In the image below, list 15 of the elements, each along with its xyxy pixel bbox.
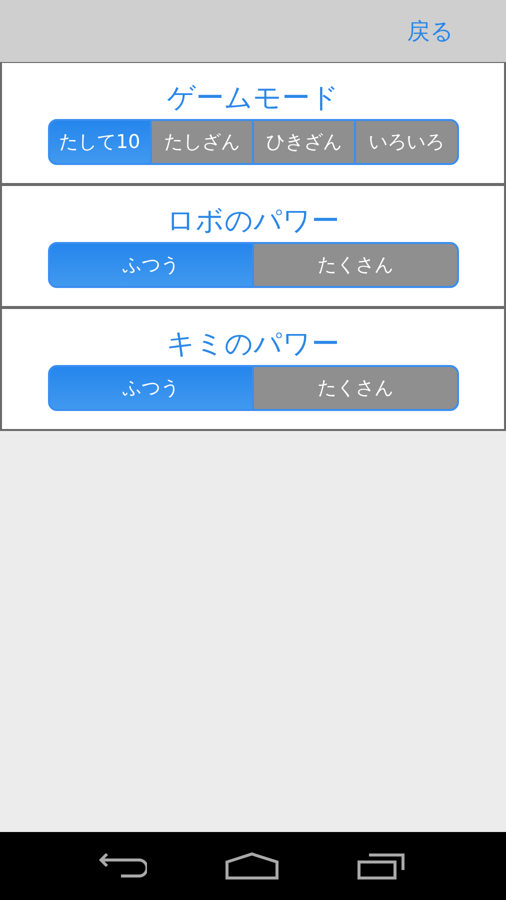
segment-option[interactable]: たくさん xyxy=(254,244,456,286)
segment-option[interactable]: たしざん xyxy=(152,121,252,163)
home-icon[interactable] xyxy=(225,852,279,880)
recent-apps-icon[interactable] xyxy=(357,852,407,880)
segment-option[interactable]: たして10 xyxy=(50,121,150,163)
segment-option[interactable]: ふつう xyxy=(50,367,252,409)
segment-option[interactable]: ひきざん xyxy=(254,121,354,163)
section-title: ゲームモード xyxy=(167,81,339,115)
section-title: キミのパワー xyxy=(166,327,340,361)
segment-option[interactable]: ふつう xyxy=(50,244,252,286)
segment-option[interactable]: たくさん xyxy=(254,367,456,409)
segment-option[interactable]: いろいろ xyxy=(356,121,456,163)
back-icon[interactable] xyxy=(99,852,147,880)
section-title: ロボのパワー xyxy=(166,204,340,238)
back-button[interactable]: 戻る xyxy=(407,16,454,46)
